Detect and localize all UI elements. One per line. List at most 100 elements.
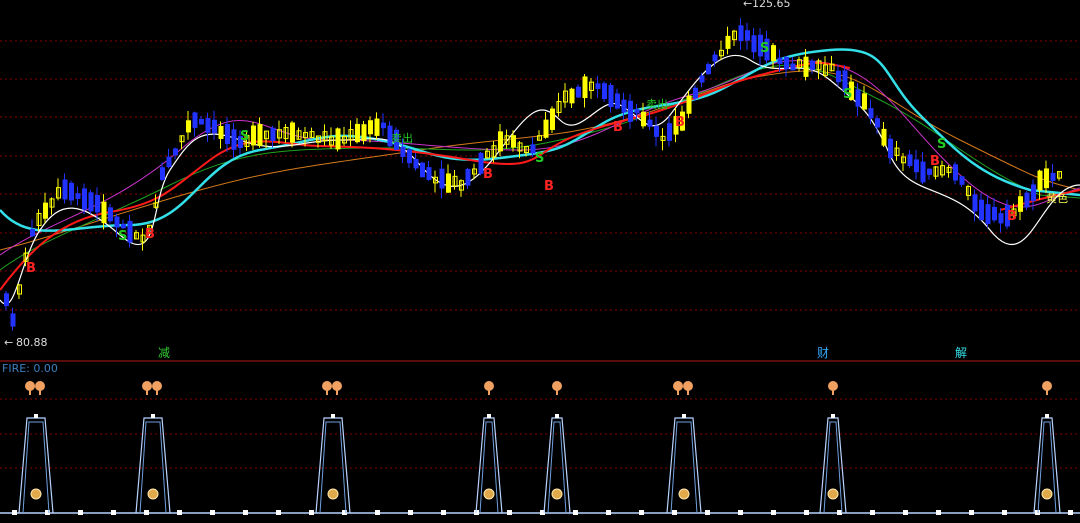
candle-body [914, 159, 919, 173]
candle-body [706, 64, 711, 75]
candle-body [420, 162, 425, 178]
fire-spike-top [555, 414, 559, 418]
candle-body [927, 168, 932, 175]
candle-body [1044, 168, 1049, 189]
candle-body [192, 112, 198, 128]
candle-body [972, 194, 978, 212]
candle-body [836, 70, 841, 83]
buy-marker: B [675, 115, 685, 130]
candle-body [920, 161, 926, 183]
candle-body [82, 188, 87, 210]
candle-body [413, 158, 419, 169]
candle-body [10, 313, 16, 327]
candle-body [355, 123, 360, 143]
candle-body [43, 202, 48, 219]
fire-baseline-dot [78, 510, 83, 515]
buy-marker: B [483, 167, 493, 182]
fire-baseline-dot [441, 510, 446, 515]
candle-body [569, 88, 575, 104]
candle-body [810, 60, 815, 70]
candle-body [212, 119, 217, 134]
candle-body [725, 35, 731, 49]
fire-baseline-dot [804, 510, 809, 515]
fire-baseline-dot [1002, 510, 1007, 515]
candle-body [361, 124, 367, 141]
fire-baseline-dot [144, 510, 149, 515]
candle-body [205, 118, 211, 133]
hand-pointer-icon-stem [39, 389, 41, 395]
candle-body [498, 131, 503, 152]
candle-body [621, 99, 627, 113]
sell-marker: S [760, 41, 769, 56]
candle-body [4, 293, 9, 307]
fire-baseline-dot [309, 510, 314, 515]
candle-body [634, 109, 640, 114]
candle-body [173, 148, 178, 156]
event-tag: 解 [955, 346, 967, 360]
coin-icon [678, 488, 690, 500]
candle-body [257, 124, 263, 146]
candle-body [335, 128, 341, 150]
candle-body [985, 204, 991, 225]
sell-marker: S [118, 229, 127, 244]
candle-body [907, 154, 913, 166]
candle-body [114, 216, 120, 228]
candle-body [992, 206, 997, 221]
candle-body [186, 120, 191, 133]
fire-baseline-dot [771, 510, 776, 515]
fire-baseline-dot [573, 510, 578, 515]
price-high-label: 125.65 [752, 0, 791, 10]
fire-baseline-dot [837, 510, 842, 515]
candle-body [784, 56, 789, 70]
candle-body [576, 86, 581, 98]
candle-body [550, 108, 555, 130]
fire-baseline-dot [639, 510, 644, 515]
candle-body [101, 201, 107, 224]
candle-body [686, 95, 692, 114]
fire-baseline-dot [969, 510, 974, 515]
fire-baseline-dot [243, 510, 248, 515]
fire-baseline-dot [705, 510, 710, 515]
candle-body [400, 146, 406, 157]
candle-body [231, 129, 237, 150]
fire-baseline-dot [276, 510, 281, 515]
coin-icon [147, 488, 159, 500]
candle-body [121, 224, 126, 229]
fire-baseline-dot [1035, 510, 1040, 515]
candle-body [979, 199, 984, 221]
fire-spike-top [831, 414, 835, 418]
candle-body [855, 89, 861, 107]
candle-body [693, 87, 698, 99]
hand-pointer-icon-stem [156, 389, 158, 395]
coin-icon [483, 488, 495, 500]
candle-body [608, 85, 614, 108]
fire-baseline-dot [672, 510, 677, 515]
price-high-arrow: ← [743, 0, 752, 10]
fire-spike-top [34, 414, 38, 418]
candle-body [426, 167, 432, 180]
candle-body [251, 125, 256, 146]
fire-baseline-dot [936, 510, 941, 515]
candle-body [881, 128, 887, 146]
candle-body [959, 176, 965, 185]
candle-body [628, 100, 633, 122]
hand-pointer-icon-stem [687, 389, 689, 395]
fire-baseline-dot [738, 510, 743, 515]
price-low-arrow: ← [4, 336, 13, 349]
fire-baseline-dot [210, 510, 215, 515]
candle-body [654, 125, 659, 137]
candle-body [888, 138, 893, 159]
candle-body [745, 30, 750, 41]
candle-body [998, 213, 1004, 224]
candle-body [862, 93, 867, 110]
candle-body [790, 63, 796, 71]
buy-marker: B [544, 179, 554, 194]
candle-body [225, 124, 230, 144]
candle-body [1024, 192, 1030, 208]
candle-body [88, 192, 94, 212]
event-tag: 减 [158, 346, 170, 360]
fire-baseline-dot [177, 510, 182, 515]
candle-body [160, 167, 165, 181]
chart-annotation: 黄色 [1046, 191, 1068, 205]
candle-body [875, 118, 880, 128]
